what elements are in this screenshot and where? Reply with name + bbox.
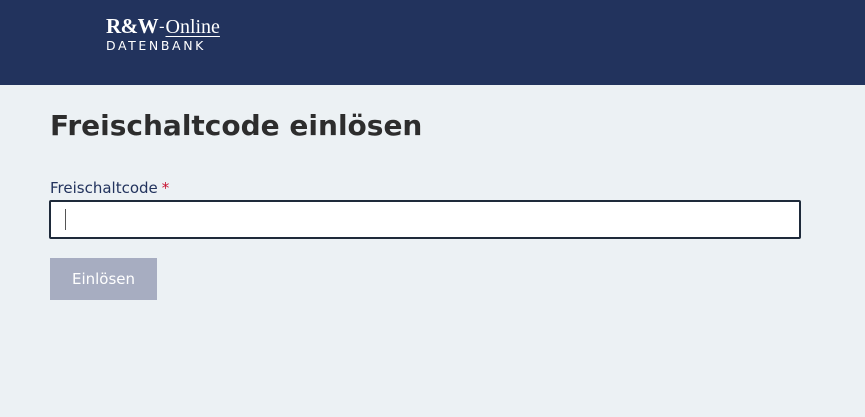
site-header: R&W - Online DATENBANK [0,0,865,85]
logo-mark: R&W [106,14,159,38]
code-field-label: Freischaltcode * [50,179,169,197]
logo-subtitle: DATENBANK [106,38,206,53]
logo-dash: - [159,18,165,35]
text-caret [65,209,66,230]
activation-code-input[interactable] [49,200,801,239]
code-label-text: Freischaltcode [50,179,158,197]
page-title: Freischaltcode einlösen [50,109,423,142]
logo-wordmark: R&W - Online [106,14,220,38]
logo-online-text: Online [165,16,220,38]
required-marker: * [161,179,170,197]
redeem-button[interactable]: Einlösen [50,258,157,300]
rw-online-logo[interactable]: R&W - Online DATENBANK [106,16,220,53]
